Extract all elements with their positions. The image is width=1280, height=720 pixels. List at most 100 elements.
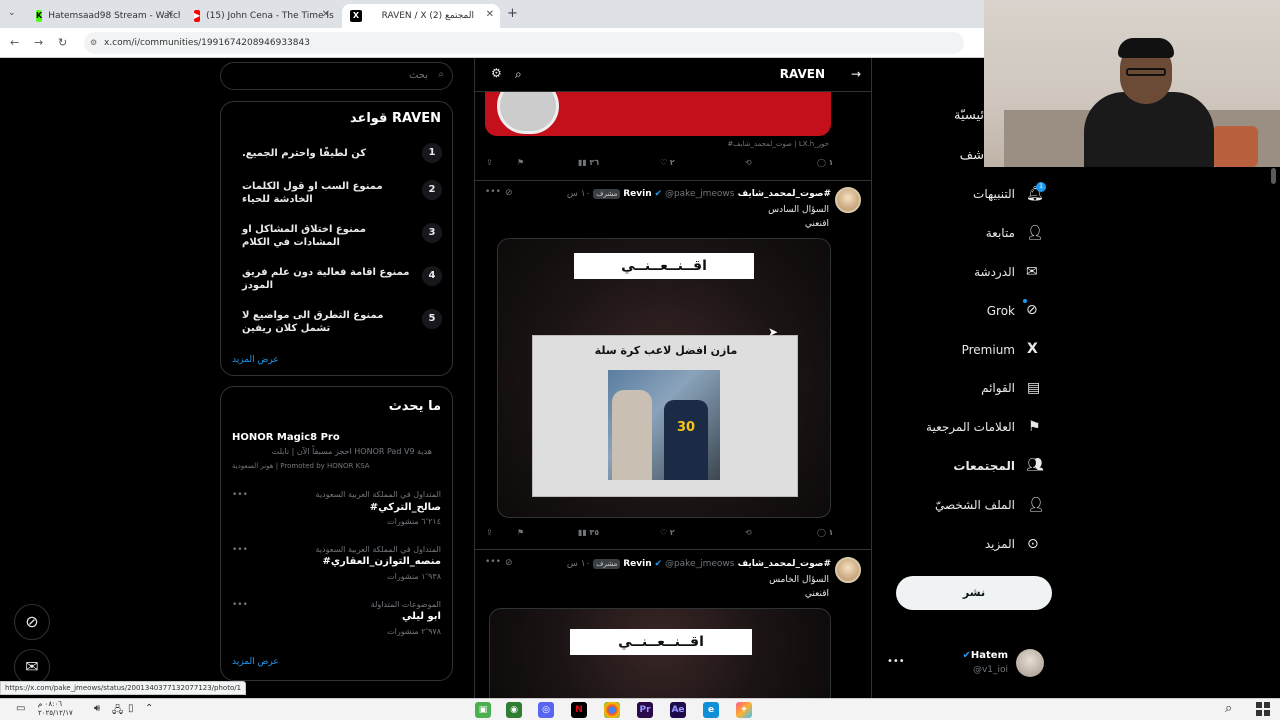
tab-raven[interactable]: X RAVEN / X (2) المجتمع ✕ (342, 4, 500, 28)
views-stat[interactable]: ▮▮ ٣٦ (578, 158, 599, 167)
grok-float-button[interactable]: ⊘ (14, 604, 50, 640)
share-icon[interactable]: ⇪ (486, 528, 493, 537)
more-options-icon[interactable]: ••• (887, 656, 905, 667)
search-icon[interactable]: ⌕ (1225, 701, 1232, 716)
avatar[interactable] (835, 557, 861, 583)
verified-icon: ✔ (654, 559, 663, 569)
post-time[interactable]: ١٠ س (567, 189, 591, 199)
moderator-badge: مشرف (593, 189, 621, 199)
site-info-icon[interactable]: ⚙ (90, 32, 97, 54)
happening-show-more-link[interactable]: عرض المزيد (232, 657, 279, 667)
account-handle: @v1_ioi (972, 665, 1008, 675)
tab-youtube[interactable]: ▶ (15) John Cena - The Time Is N ✕ (186, 4, 336, 28)
repost-icon[interactable]: ⟲ (745, 528, 752, 537)
reload-icon[interactable]: ↻ (58, 36, 67, 49)
post-time[interactable]: ١٠ س (567, 559, 591, 569)
copilot-icon[interactable]: ✦ (736, 702, 752, 718)
xbox-icon[interactable]: ◉ (506, 702, 522, 718)
author-handle[interactable]: @pake_jmeows (665, 189, 735, 199)
promoted-title[interactable]: HONOR Magic8 Pro (232, 432, 340, 443)
tab-list-icon[interactable]: ⌄ (8, 8, 16, 18)
unread-dot (1023, 299, 1027, 303)
network-icon[interactable]: 🖧 (112, 703, 123, 720)
netflix-icon[interactable]: N (571, 702, 587, 718)
webcam-overlay (984, 0, 1280, 167)
url-field[interactable]: ⚙ x.com/i/communities/199167420894693384… (84, 32, 964, 54)
back-icon[interactable]: ← (10, 36, 19, 49)
post-image[interactable] (485, 92, 831, 136)
more-options-icon[interactable]: ••• (485, 187, 501, 197)
bookmark-icon[interactable]: ⚑ (517, 528, 524, 537)
trend-context: المتداول في المملكة العربية السعودية (315, 545, 441, 554)
post-text: اقنعني (804, 589, 829, 599)
windows-start-icon[interactable] (1256, 702, 1270, 716)
notification-count-badge: 1 (1036, 182, 1046, 192)
page-scrollbar[interactable] (1271, 168, 1276, 688)
grok-icon[interactable]: ⊘ (505, 558, 513, 568)
back-arrow-icon[interactable]: → (851, 67, 861, 81)
share-icon[interactable]: ⇪ (486, 158, 493, 167)
like-button[interactable]: ♡ ٢ (660, 528, 675, 537)
scrollbar-thumb[interactable] (1271, 168, 1276, 184)
close-icon[interactable]: ✕ (322, 9, 330, 20)
notification-icon[interactable]: ▭ (16, 703, 25, 714)
grok-icon[interactable]: ⊘ (505, 188, 513, 198)
clock-time: ٠٨:٠٦ م (38, 700, 62, 708)
android-app-icon[interactable]: ▣ (475, 702, 491, 718)
post-actions: ⇪ ⚑ ▮▮ ٣٥ ♡ ٢ ⟲ ◯ ١ (485, 526, 865, 544)
forward-icon[interactable]: → (34, 36, 43, 49)
post-text: السؤال السادس (768, 205, 829, 215)
like-button[interactable]: ♡ ٢ (660, 158, 675, 167)
views-stat[interactable]: ▮▮ ٣٥ (578, 528, 599, 537)
nav-label: القوائم (981, 381, 1015, 395)
post-button[interactable]: نشر (896, 576, 1052, 610)
new-tab-icon[interactable]: + (507, 6, 518, 21)
avatar[interactable] (835, 187, 861, 213)
battery-icon[interactable]: ▯ (128, 703, 134, 714)
close-icon[interactable]: ✕ (166, 9, 174, 20)
more-options-icon[interactable]: ••• (485, 557, 501, 567)
account-name-row: ✔Hatem (963, 650, 1009, 661)
messages-float-button[interactable]: ✉ (14, 649, 50, 685)
tray-overflow-icon[interactable]: ⌃ (145, 703, 153, 714)
image-title: اقــنــعــنــي (570, 629, 752, 655)
cursor-icon: ➤ (768, 325, 779, 339)
nav-label: المزيد (984, 537, 1015, 551)
settings-gear-icon[interactable]: ⚙ (491, 66, 502, 80)
moderator-badge: مشرف (593, 559, 621, 569)
bookmark-icon[interactable]: ⚑ (517, 158, 524, 167)
mail-icon: ✉ (1026, 264, 1038, 280)
volume-icon[interactable]: 🔊︎ (94, 703, 100, 714)
after-effects-icon[interactable]: Ae (670, 702, 686, 718)
reply-button[interactable]: ◯ ١ (817, 528, 833, 537)
reply-button[interactable]: ◯ ١ (817, 158, 833, 167)
search-input[interactable]: بحث ⌕ (220, 62, 453, 90)
close-icon[interactable]: ✕ (486, 9, 494, 20)
chrome-icon[interactable] (604, 702, 620, 718)
tab-title: Hatemsaad98 Stream - Watch L (48, 11, 180, 21)
tab-hatem-stream[interactable]: K Hatemsaad98 Stream - Watch L ✕ (28, 4, 180, 28)
post-image[interactable]: اقــنــعــنــي مازن افضل لاعب كرة سلة 30… (497, 238, 831, 518)
nav-explore-label[interactable]: شف (960, 148, 984, 163)
nav-label: المجتمعات (953, 459, 1015, 473)
trend-count: ٦٬٢١٤ منشورات (387, 517, 441, 526)
divider (475, 180, 871, 181)
author-handle[interactable]: @pake_jmeows (665, 559, 735, 569)
rule-text: ممنوع التطرق الى مواضيع لا تشمل كلان ريف… (242, 310, 384, 334)
discord-icon[interactable]: ◎ (538, 702, 554, 718)
windows-taskbar: ٠٨:٠٦ م ٢٠٢٥/١٢/١٧ ▭ 🔊︎ 🖧 ▯ ⌃ ▣ ◉ ◎ N Pr … (0, 698, 1280, 720)
rules-show-more-link[interactable]: عرض المزيد (232, 355, 279, 365)
premiere-pro-icon[interactable]: Pr (637, 702, 653, 718)
trend-name: #منصه_التوازن_العقاري (322, 556, 441, 567)
clock[interactable]: ٠٨:٠٦ م ٢٠٢٥/١٢/١٧ (38, 700, 73, 718)
post-image[interactable]: اقــنــعــنــي (489, 608, 831, 698)
verified-icon: ✔ (654, 189, 663, 199)
repost-icon[interactable]: ⟲ (745, 158, 752, 167)
rule-text: كن لطيفًا واحترم الجميع. (242, 148, 367, 159)
search-icon[interactable]: ⌕ (515, 67, 522, 82)
trend-context: المتداول في المملكة العربية السعودية (315, 490, 441, 499)
replies-count: ١ (828, 158, 834, 167)
edge-icon[interactable]: e (703, 702, 719, 718)
nav-home-label[interactable]: ئيسيّة (954, 108, 984, 123)
tab-title: (15) John Cena - The Time Is N (206, 11, 336, 21)
